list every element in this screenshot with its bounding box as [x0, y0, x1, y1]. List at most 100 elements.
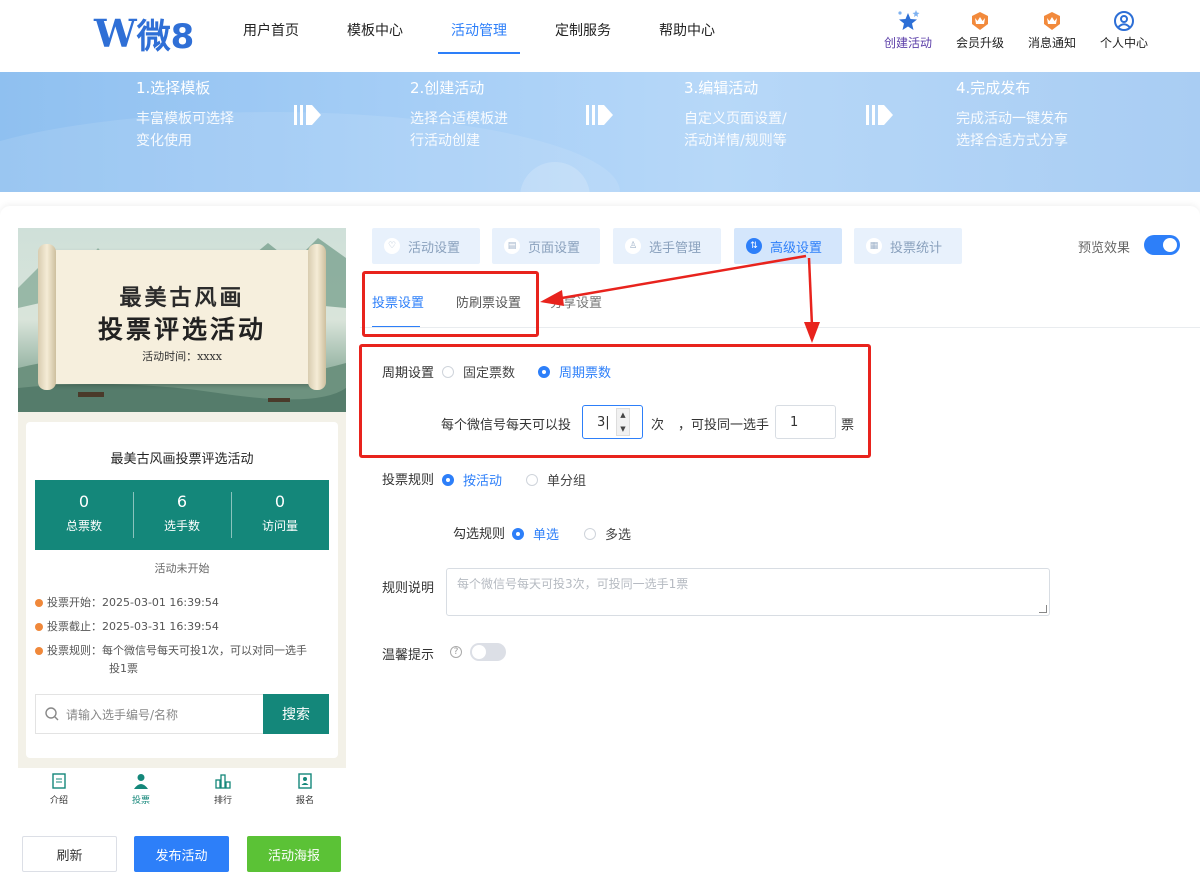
step-1: 1.选择模板 丰富模板可选择 变化使用	[136, 77, 234, 152]
resize-handle-icon[interactable]	[1039, 605, 1047, 613]
player-search: 请输入选手编号/名称 搜索	[35, 694, 329, 734]
mobile-tabbar: 介绍 投票 排行 报名	[18, 768, 346, 812]
search-placeholder: 请输入选手编号/名称	[66, 707, 179, 722]
search-icon	[45, 707, 59, 721]
poster-title-line1: 最美古风画	[119, 285, 245, 311]
warm-tip-toggle[interactable]	[470, 643, 506, 661]
mobile-preview: 最美古风画 投票评选活动 活动时间：xxxx 最美古风画投票评选活动 0 总票数 …	[18, 228, 346, 808]
stats-icon: ▦	[866, 238, 882, 254]
tab-activity-settings[interactable]: ♡ 活动设置	[372, 228, 480, 264]
member-upgrade-button[interactable]: 会员升级	[944, 10, 1016, 51]
register-icon	[298, 773, 312, 789]
step-desc: 丰富模板可选择 变化使用	[136, 111, 234, 149]
rule-description-textarea[interactable]: 每个微信号每天可投3次，可投同一选手1票	[446, 568, 1050, 616]
radio-single-select[interactable]: 单选	[512, 524, 559, 543]
nav-item-activity-management[interactable]: 活动管理	[438, 0, 520, 72]
message-notice-label: 消息通知	[1027, 36, 1076, 50]
header-actions: 创建活动 会员升级 消息通知 个人中心	[872, 10, 1160, 51]
publish-activity-button[interactable]: 发布活动	[134, 836, 229, 872]
stat-players: 6 选手数	[133, 480, 231, 550]
tab-advanced-settings[interactable]: ⇅ 高级设置	[734, 228, 842, 264]
tab-vote[interactable]: 投票	[100, 768, 182, 812]
tab-vote-statistics[interactable]: ▦ 投票统计	[854, 228, 962, 264]
radio-fixed-votes[interactable]: 固定票数	[442, 362, 515, 381]
member-upgrade-label: 会员升级	[955, 36, 1004, 50]
tab-signup[interactable]: 报名	[264, 768, 346, 812]
same-player-label: ，可投同一选手	[678, 418, 770, 433]
same-player-unit: 票	[841, 418, 855, 433]
radio-cycle-votes[interactable]: 周期票数	[538, 362, 611, 381]
search-button[interactable]: 搜索	[263, 694, 329, 734]
preview-effect-toggle[interactable]	[1144, 235, 1180, 255]
subtab-share-settings[interactable]: 分享设置	[550, 292, 602, 311]
subtab-divider	[360, 327, 1200, 328]
period-setting-label: 周期设置	[382, 366, 435, 381]
step-title: 3.编辑活动	[684, 79, 759, 97]
activity-poster-button[interactable]: 活动海报	[247, 836, 341, 872]
radio-multi-select[interactable]: 多选	[584, 524, 631, 543]
person-icon: ♙	[625, 238, 641, 254]
step-desc: 自定义页面设置/活动详情/规则等	[684, 111, 787, 149]
preview-effect-label: 预览效果	[1078, 241, 1131, 256]
warm-tip-label: 温馨提示	[382, 648, 435, 663]
activity-status: 活动未开始	[154, 562, 210, 575]
logo-text: 微8	[136, 16, 195, 57]
activity-card: 最美古风画投票评选活动 0 总票数 6 选手数 0 访问量 活动未开始 投票开始：20…	[26, 422, 338, 758]
user-circle-icon	[1088, 10, 1160, 32]
rule-description-label: 规则说明	[382, 581, 435, 596]
step-desc: 选择合适模板进 行活动创建	[410, 111, 508, 149]
tab-player-management[interactable]: ♙ 选手管理	[613, 228, 721, 264]
subtab-vote-settings[interactable]: 投票设置	[372, 292, 424, 311]
scroll-banner: 最美古风画 投票评选活动 活动时间：xxxx	[38, 244, 326, 390]
vote-rule-label: 投票规则	[382, 473, 435, 488]
step-arrow-icon	[294, 105, 321, 125]
logo[interactable]: W 微8	[94, 10, 194, 57]
radio-by-activity[interactable]: 按活动	[442, 470, 502, 489]
same-player-votes-input[interactable]: 1	[775, 405, 836, 439]
radio-single-group[interactable]: 单分组	[526, 470, 586, 489]
message-notice-button[interactable]: 消息通知	[1016, 10, 1088, 51]
nav-item-help[interactable]: 帮助中心	[646, 0, 728, 72]
step-title: 1.选择模板	[136, 79, 211, 97]
tab-intro[interactable]: 介绍	[18, 768, 100, 812]
user-icon	[134, 774, 148, 789]
stat-visits: 0 访问量	[231, 480, 329, 550]
select-rule-label: 勾选规则	[453, 527, 506, 542]
player-search-input[interactable]: 请输入选手编号/名称	[36, 695, 263, 733]
poster-image: 最美古风画 投票评选活动 活动时间：xxxx	[18, 228, 346, 412]
step-arrow-icon	[586, 105, 613, 125]
step-2: 2.创建活动 选择合适模板进 行活动创建	[410, 77, 508, 152]
per-day-label: 每个微信号每天可以投	[441, 418, 572, 433]
process-banner: 1.选择模板 丰富模板可选择 变化使用 2.创建活动 选择合适模板进 行活动创建 3…	[0, 72, 1200, 192]
create-activity-button[interactable]: 创建活动	[872, 10, 944, 51]
step-title: 2.创建活动	[410, 79, 485, 97]
spinner-up-icon[interactable]: ▲	[620, 411, 625, 419]
logo-mark: W	[94, 10, 137, 56]
votes-per-day-input[interactable]: 3 | ▲ ▼	[582, 405, 643, 439]
crown-badge-icon	[944, 10, 1016, 32]
bullet-icon	[35, 623, 43, 631]
tab-ranking[interactable]: 排行	[182, 768, 264, 812]
subtab-anti-brush-settings[interactable]: 防刷票设置	[456, 292, 521, 311]
bullet-icon	[35, 647, 43, 655]
document-icon	[52, 773, 66, 789]
number-spinner[interactable]: ▲ ▼	[616, 408, 630, 436]
step-4: 4.完成发布 完成活动一键发布 选择合适方式分享	[956, 77, 1068, 152]
step-title: 4.完成发布	[956, 79, 1031, 97]
main-nav: 用户首页 模板中心 活动管理 定制服务 帮助中心	[230, 0, 750, 72]
nav-item-home[interactable]: 用户首页	[230, 0, 312, 72]
refresh-button[interactable]: 刷新	[22, 836, 117, 872]
bar-chart-icon	[215, 774, 231, 789]
nav-item-custom-service[interactable]: 定制服务	[542, 0, 624, 72]
step-desc: 完成活动一键发布 选择合适方式分享	[956, 111, 1068, 149]
nav-item-templates[interactable]: 模板中心	[334, 0, 416, 72]
step-3: 3.编辑活动 自定义页面设置/活动详情/规则等	[684, 77, 787, 152]
spinner-down-icon[interactable]: ▼	[620, 425, 625, 433]
profile-center-button[interactable]: 个人中心	[1088, 10, 1160, 51]
profile-center-label: 个人中心	[1099, 36, 1148, 50]
tab-page-settings[interactable]: ▤ 页面设置	[492, 228, 600, 264]
help-icon[interactable]: ?	[450, 646, 462, 658]
vote-rule-info: 投票规则：每个微信号每天可投1次，可以对同一选手 投1票	[35, 642, 331, 678]
per-day-unit: 次	[651, 418, 665, 433]
stars-icon	[872, 10, 944, 32]
